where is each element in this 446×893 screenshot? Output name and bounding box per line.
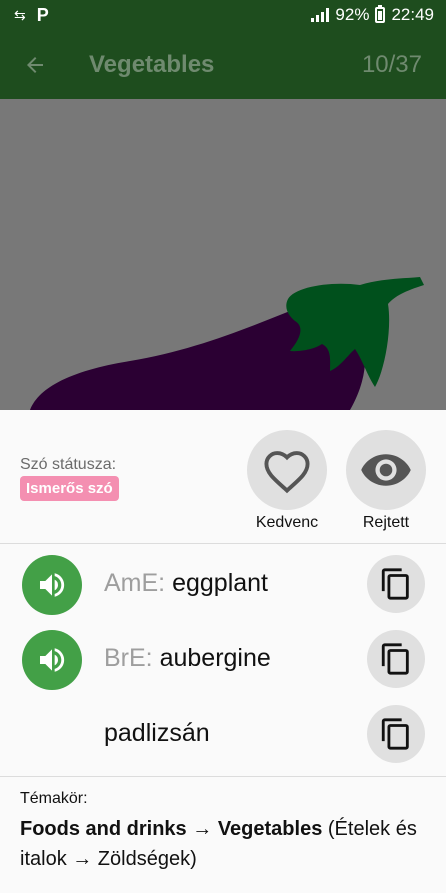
topic-subcategory: Vegetables	[217, 818, 323, 840]
speaker-icon	[40, 648, 65, 672]
status-bar: ⇆ P 92% 22:49	[0, 0, 446, 30]
topic-category: Foods and drinks	[20, 818, 187, 840]
copy-icon	[381, 643, 409, 675]
page-title: Vegetables	[89, 50, 215, 78]
hide-button[interactable]	[346, 430, 426, 510]
play-ame-button[interactable]	[22, 555, 82, 615]
arrow-left-icon	[27, 56, 43, 73]
topic-path: Foods and drinks → Vegetables (Ételek és…	[20, 814, 430, 874]
heart-outline-icon	[264, 451, 310, 494]
clock: 22:49	[391, 5, 434, 24]
parking-app-icon: P	[36, 4, 49, 25]
battery-icon	[375, 5, 386, 23]
word-status-label: Szó státusza:	[20, 456, 117, 473]
translation-row-hu: padlizsán	[0, 705, 446, 779]
topic-arrow: →	[192, 818, 213, 840]
back-button[interactable]	[0, 30, 70, 99]
eye-icon	[361, 454, 411, 486]
translation-row-ame: AmE: eggplant	[0, 555, 446, 629]
dialect-prefix: AmE:	[104, 569, 166, 597]
favorite-label: Kedvenc	[255, 514, 319, 531]
translation-row-bre: BrE: aubergine	[0, 630, 446, 704]
translation-text: AmE: eggplant	[104, 569, 268, 598]
dialect-prefix: BrE:	[104, 644, 153, 672]
usb-icon: ⇆	[14, 6, 26, 23]
translation-text: BrE: aubergine	[104, 644, 271, 673]
word-status-section: Szó státusza: Ismerős szó Kedvenc Rejtet…	[0, 410, 446, 543]
speaker-icon	[40, 573, 65, 597]
favorite-button[interactable]	[247, 430, 327, 510]
hidden-label: Rejtett	[362, 514, 410, 531]
copy-bre-button[interactable]	[367, 630, 425, 688]
word-status-badge[interactable]: Ismerős szó	[20, 476, 119, 501]
eggplant-illustration	[30, 277, 424, 410]
word-counter: 10/37	[361, 50, 422, 78]
copy-icon	[381, 718, 409, 750]
battery-percent: 92%	[335, 5, 370, 24]
divider	[0, 776, 446, 777]
copy-hu-button[interactable]	[367, 705, 425, 763]
translation-word: eggplant	[172, 569, 269, 597]
favorite-action: Kedvenc	[247, 430, 327, 532]
copy-ame-button[interactable]	[367, 555, 425, 613]
copy-icon	[381, 568, 409, 600]
translation-text: padlizsán	[104, 719, 210, 748]
word-details-sheet: Szó státusza: Ismerős szó Kedvenc Rejtet…	[0, 410, 446, 893]
play-bre-button[interactable]	[22, 630, 82, 690]
hidden-action: Rejtett	[346, 430, 426, 532]
topic-label: Témakör:	[20, 790, 88, 807]
app-bar: Vegetables 10/37	[0, 30, 446, 99]
signal-icon	[311, 8, 330, 22]
divider	[0, 543, 446, 544]
translation-word: aubergine	[159, 644, 271, 672]
word-image	[0, 99, 446, 410]
translation-word: padlizsán	[104, 719, 210, 747]
